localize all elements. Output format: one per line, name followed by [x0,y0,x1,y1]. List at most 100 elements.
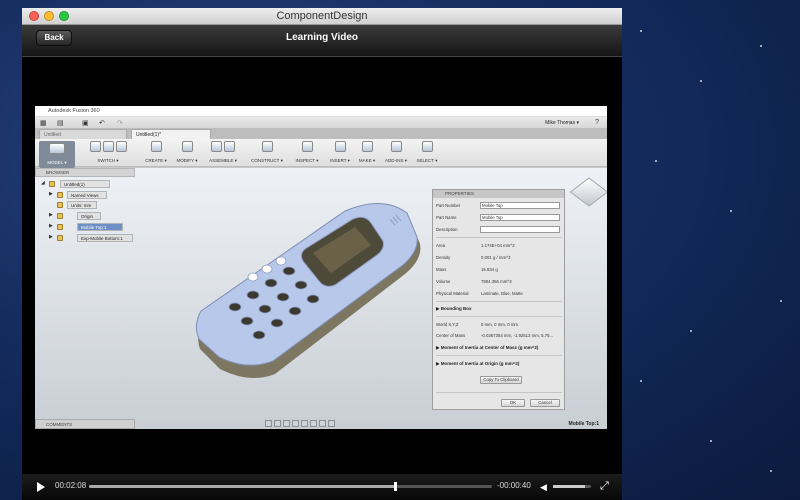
make-menu[interactable]: MAKE ▾ [355,141,379,164]
ok-button[interactable]: OK [501,399,525,407]
progress-slider[interactable] [89,482,492,491]
tree-expand-icon[interactable]: ▶ [49,223,53,229]
switch-menu[interactable]: SWITCH ▾ [83,141,133,164]
browser-item-units[interactable]: Units: mm [67,201,97,209]
fullscreen-icon[interactable]: ⤢ [600,480,609,493]
help-icon[interactable]: ? [595,119,599,126]
insert-image-icon [334,141,346,152]
moi-center-section[interactable]: ▶ Moment of Inertia at Center of Mass (g… [436,345,538,351]
density-value: 0.001 g / mm^3 [481,255,511,260]
bounding-box-section[interactable]: ▶ Bounding Box [436,306,471,312]
browser-item-named-views[interactable]: Named Views [67,191,107,199]
comments-panel[interactable]: COMMENTS [35,419,135,429]
addins-menu[interactable]: ADD-INS ▾ [381,141,411,164]
tree-expand-icon[interactable]: ▶ [49,191,53,197]
zoom-icon[interactable] [292,420,299,427]
modify-icon [181,141,193,152]
cancel-button[interactable]: Cancel [530,399,560,407]
addins-icon [390,141,402,152]
copy-to-clipboard-button[interactable]: Copy To Clipboard [480,376,522,384]
construct-plane-icon [261,141,273,152]
elapsed-time: 00:02:08 [55,481,87,490]
world-xyz-label: World X,Y,Z [436,322,459,327]
display-settings-icon[interactable] [310,420,317,427]
app-title: Autodesk Fusion 360 [48,108,100,114]
select-menu[interactable]: SELECT ▾ [413,141,441,164]
phone-3d-model[interactable] [195,199,425,379]
tree-expand-icon[interactable]: ▶ [49,234,53,240]
app-titlebar: Autodesk Fusion 360 – □ × [35,106,607,117]
progress-knob[interactable] [394,482,398,491]
canvas[interactable]: BROWSER ◢ Untitled(1) ▶ Named Views Unit… [35,168,607,429]
mass-label: Mass [436,267,447,272]
undo-icon[interactable]: ↶ [99,119,105,127]
bulb-icon [57,224,63,230]
nav-title: Learning Video [285,32,359,43]
part-number-input[interactable]: Mobile Top [480,202,560,209]
user-menu[interactable]: Mike Thomas ▾ [545,120,579,126]
part-number-label: Part Number [436,203,461,208]
properties-title: PROPERTIES [433,190,564,198]
volume-slider[interactable] [553,485,591,488]
toolbar: MODEL ▾ SWITCH ▾ CREATE ▾ MODIFY ▾ ASSEM… [35,139,607,168]
minimize-window-button[interactable] [44,11,54,21]
center-of-mass-label: Center of Mass [436,333,466,338]
fit-icon[interactable] [301,420,308,427]
play-icon[interactable] [37,482,45,492]
description-input[interactable] [480,226,560,233]
video-player-window: ComponentDesign Back Learning Video Auto… [22,8,622,500]
tab-untitled[interactable]: Untitled [39,129,127,139]
video-area[interactable]: Autodesk Fusion 360 – □ × ▦ ▤ ▣ ↶ ↷ Mike… [22,58,622,472]
select-icon [421,141,433,152]
browser-header[interactable]: BROWSER [35,168,135,177]
part-name-label: Part Name [436,215,457,220]
grid-settings-icon[interactable] [319,420,326,427]
window-title: ComponentDesign [276,10,368,22]
tab-untitled-1[interactable]: Untitled(1)* [131,129,211,139]
component-label: Mobile Top:1 [568,421,599,427]
grid-menu-icon[interactable]: ▦ [40,119,47,127]
bulb-icon [57,213,63,219]
moi-origin-section[interactable]: ▶ Moment of Inertia at Origin (g mm^2) [436,361,519,367]
view-cube[interactable] [569,177,607,207]
arc-icon [115,141,127,152]
close-window-button[interactable] [29,11,39,21]
printer-icon [361,141,373,152]
save-icon[interactable]: ▣ [82,119,89,127]
browser-item-origin[interactable]: Origin [77,212,101,220]
window-titlebar: ComponentDesign [22,8,622,25]
joint-icon [224,141,235,152]
part-name-input[interactable]: Mobile Top [480,214,560,221]
volume-value: 7904.356 mm^3 [481,279,512,284]
construct-menu[interactable]: CONSTRUCT ▾ [249,141,285,164]
bulb-icon [57,235,63,241]
inspect-icon [301,141,313,152]
tree-expand-icon[interactable]: ◢ [41,180,45,186]
center-of-mass-value: -0.0367354 mm, -1.92513 mm, 5.76... [481,333,554,338]
browser-item-mobile-top[interactable]: Mobile Top:1 [77,223,123,231]
file-icon[interactable]: ▤ [57,119,64,127]
model-workspace-button[interactable]: MODEL ▾ [39,141,75,168]
browser-item-mobile-bottom[interactable]: Exp-Mobile Bottom:1 [77,234,133,242]
material-value: Laminate, Blue, Matte [481,291,523,296]
tree-expand-icon[interactable]: ▶ [49,212,53,218]
modify-menu[interactable]: MODIFY ▾ [175,141,199,164]
viewports-icon[interactable] [328,420,335,427]
fusion-app-frame: Autodesk Fusion 360 – □ × ▦ ▤ ▣ ↶ ↷ Mike… [35,106,607,429]
back-button[interactable]: Back [36,30,72,46]
inspect-menu[interactable]: INSPECT ▾ [291,141,323,164]
pan-icon[interactable] [283,420,290,427]
insert-menu[interactable]: INSERT ▾ [327,141,353,164]
volume-icon[interactable]: ◀ [540,482,547,493]
area-value: 1.174E+04 mm^2 [481,243,515,248]
assemble-menu[interactable]: ASSEMBLE ▾ [205,141,241,164]
redo-icon[interactable]: ↷ [117,119,123,127]
look-at-icon[interactable] [274,420,281,427]
orbit-icon[interactable] [265,420,272,427]
mass-value: 15.834 g [481,267,498,272]
navigation-toolbar [265,420,335,428]
browser-root[interactable]: Untitled(1) [60,180,110,188]
create-menu[interactable]: CREATE ▾ [143,141,169,164]
document-icon [49,181,55,187]
zoom-window-button[interactable] [59,11,69,21]
